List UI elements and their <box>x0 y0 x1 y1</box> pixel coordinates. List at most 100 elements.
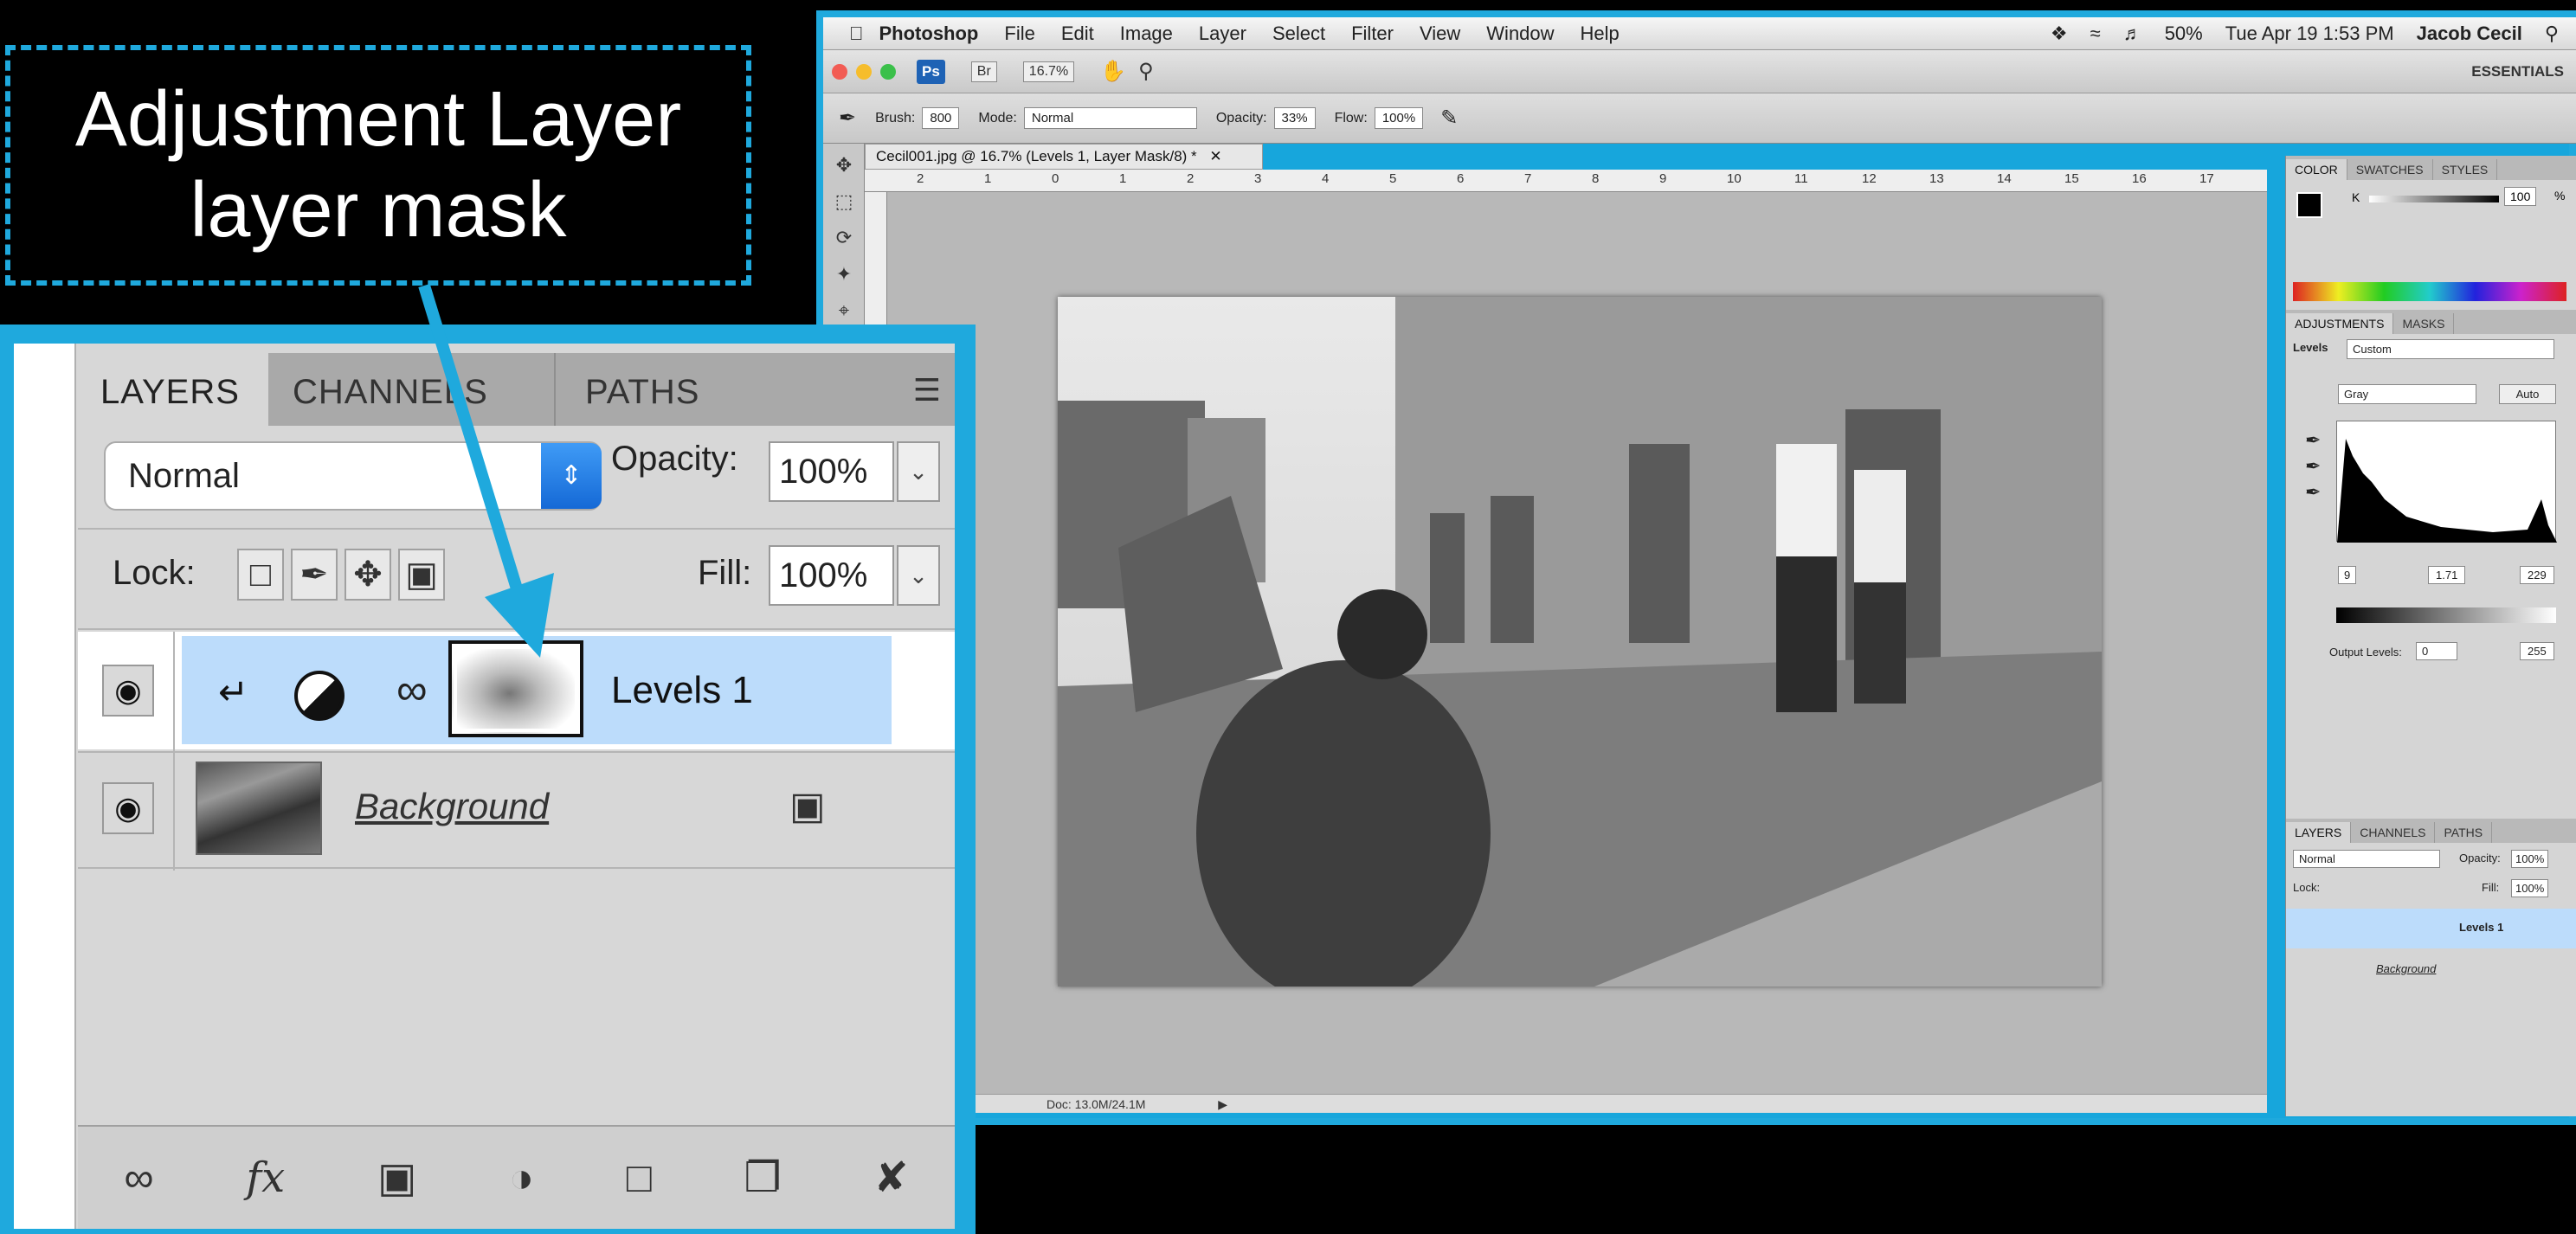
input-gamma[interactable]: 1.71 <box>2428 566 2466 584</box>
crop-tool-icon[interactable]: ⌖ <box>829 296 859 325</box>
wifi-icon[interactable]: ≈ <box>2090 22 2101 45</box>
new-group-icon[interactable]: □ <box>627 1154 652 1202</box>
menu-layer[interactable]: Layer <box>1199 22 1246 45</box>
menu-image[interactable]: Image <box>1120 22 1173 45</box>
status-menu-arrow-icon[interactable]: ▶ <box>1218 1097 1227 1111</box>
color-spectrum[interactable] <box>2293 282 2566 301</box>
tab-color[interactable]: COLOR <box>2286 159 2347 180</box>
zoom-window-icon[interactable] <box>880 63 896 80</box>
k-slider[interactable] <box>2369 196 2499 202</box>
battery-percent[interactable]: 50% <box>2165 22 2203 45</box>
blend-mode-small[interactable]: Normal <box>2293 850 2440 868</box>
tab-channels[interactable]: CHANNELS <box>270 353 556 426</box>
brush-size[interactable]: 800 <box>922 107 960 129</box>
background-thumbnail[interactable] <box>196 762 322 855</box>
zoom-level[interactable]: 16.7% <box>1022 61 1075 82</box>
move-tool-icon[interactable]: ✥ <box>829 151 859 180</box>
opacity-dropdown-icon[interactable]: ⌄ <box>897 441 940 502</box>
flow-field[interactable]: 100% <box>1374 107 1424 129</box>
color-panel-tabs: COLOR SWATCHES STYLES <box>2286 156 2576 180</box>
marquee-tool-icon[interactable]: ⬚ <box>829 187 859 216</box>
panel-menu-icon[interactable]: ☰ <box>913 372 941 408</box>
foreground-swatch[interactable] <box>2296 192 2322 218</box>
close-window-icon[interactable] <box>832 63 847 80</box>
menu-view[interactable]: View <box>1420 22 1460 45</box>
trash-icon[interactable]: ✘ <box>873 1154 908 1202</box>
lock-transparency-icon[interactable]: □ <box>237 549 284 601</box>
mode-select[interactable]: Normal <box>1023 107 1197 129</box>
menu-app-name[interactable]: Photoshop <box>879 22 979 45</box>
close-tab-icon[interactable]: ✕ <box>1209 148 1221 164</box>
opacity-small[interactable]: 100% <box>2511 850 2549 868</box>
airbrush-icon[interactable]: ✎ <box>1440 106 1458 131</box>
link-chain-icon[interactable]: ∞ <box>396 665 428 715</box>
dropbox-icon[interactable]: ❖ <box>2051 22 2068 45</box>
layer-row-background-small[interactable]: Background <box>2286 950 2576 988</box>
fill-field[interactable]: 100% <box>769 545 894 606</box>
brush-tool-icon[interactable]: ✒ <box>839 106 856 131</box>
output-gradient[interactable] <box>2336 607 2556 623</box>
add-mask-icon[interactable]: ▣ <box>377 1154 416 1202</box>
clock[interactable]: Tue Apr 19 1:53 PM <box>2225 22 2394 45</box>
fill-small[interactable]: 100% <box>2511 879 2549 897</box>
blend-mode-arrow-icon[interactable]: ⇕ <box>541 443 602 509</box>
tab-layers[interactable]: LAYERS <box>78 353 268 426</box>
menu-select[interactable]: Select <box>1272 22 1325 45</box>
eye-icon[interactable]: ◉ <box>102 782 154 834</box>
k-value[interactable]: 100 <box>2504 187 2537 206</box>
levels-preset[interactable]: Custom <box>2347 339 2554 359</box>
menu-window[interactable]: Window <box>1486 22 1554 45</box>
tab-styles[interactable]: STYLES <box>2433 159 2498 180</box>
new-adjustment-icon[interactable]: ◑ <box>509 1154 534 1202</box>
bridge-button[interactable]: Br <box>970 61 997 82</box>
apple-icon[interactable]:  <box>849 22 864 45</box>
menu-edit[interactable]: Edit <box>1061 22 1094 45</box>
output-white[interactable]: 255 <box>2520 642 2554 660</box>
menu-help[interactable]: Help <box>1581 22 1620 45</box>
blend-mode-select[interactable]: Normal <box>104 441 602 511</box>
new-layer-icon[interactable]: ❐ <box>744 1154 782 1202</box>
tab-paths[interactable]: PATHS <box>563 353 788 426</box>
opacity-field[interactable]: 33% <box>1273 107 1316 129</box>
link-layers-icon[interactable]: ∞ <box>124 1154 153 1202</box>
layer-row-levels-small[interactable]: Levels 1 <box>2286 909 2576 948</box>
white-eyedropper-icon[interactable]: ✒ <box>2305 481 2321 504</box>
input-black[interactable]: 9 <box>2338 566 2357 584</box>
quick-select-tool-icon[interactable]: ✦ <box>829 260 859 289</box>
opacity-field[interactable]: 100% <box>769 441 894 502</box>
layer-name-levels[interactable]: Levels 1 <box>611 669 753 712</box>
layer-mask-thumbnail[interactable] <box>448 640 583 737</box>
gray-eyedropper-icon[interactable]: ✒ <box>2305 455 2321 478</box>
auto-button[interactable]: Auto <box>2499 384 2556 404</box>
tab-swatches[interactable]: SWATCHES <box>2347 159 2433 180</box>
menu-filter[interactable]: Filter <box>1351 22 1394 45</box>
levels-channel[interactable]: Gray <box>2338 384 2476 404</box>
adjustment-layer-icon[interactable] <box>294 671 345 721</box>
tab-paths-small[interactable]: PATHS <box>2435 822 2493 843</box>
workspace-switcher[interactable]: ESSENTIALS <box>2471 63 2564 80</box>
lock-position-icon[interactable]: ✥ <box>345 549 391 601</box>
spotlight-icon[interactable]: ⚲ <box>2545 22 2559 45</box>
tab-channels-small[interactable]: CHANNELS <box>2351 822 2436 843</box>
tab-adjustments[interactable]: ADJUSTMENTS <box>2286 313 2394 334</box>
fx-icon[interactable]: fx <box>246 1154 285 1202</box>
user-name[interactable]: Jacob Cecil <box>2417 22 2522 45</box>
output-black[interactable]: 0 <box>2416 642 2457 660</box>
layer-name-background[interactable]: Background <box>355 786 549 827</box>
document-tab[interactable]: Cecil001.jpg @ 16.7% (Levels 1, Layer Ma… <box>865 144 1263 170</box>
lock-all-icon[interactable]: ▣ <box>398 549 445 601</box>
lock-pixels-icon[interactable]: ✒ <box>291 549 338 601</box>
hand-tool-icon[interactable]: ✋ <box>1100 59 1126 84</box>
black-eyedropper-icon[interactable]: ✒ <box>2305 429 2321 452</box>
fill-dropdown-icon[interactable]: ⌄ <box>897 545 940 606</box>
tab-layers-small[interactable]: LAYERS <box>2286 822 2352 843</box>
zoom-tool-icon[interactable]: ⚲ <box>1138 59 1154 84</box>
menu-file[interactable]: File <box>1004 22 1034 45</box>
document-photo[interactable] <box>1058 297 2102 987</box>
eye-icon[interactable]: ◉ <box>102 665 154 717</box>
input-white[interactable]: 229 <box>2520 566 2554 584</box>
tab-masks[interactable]: MASKS <box>2393 313 2455 334</box>
volume-icon[interactable]: ♬ <box>2123 22 2142 45</box>
minimize-window-icon[interactable] <box>856 63 872 80</box>
lasso-tool-icon[interactable]: ⟳ <box>829 223 859 253</box>
